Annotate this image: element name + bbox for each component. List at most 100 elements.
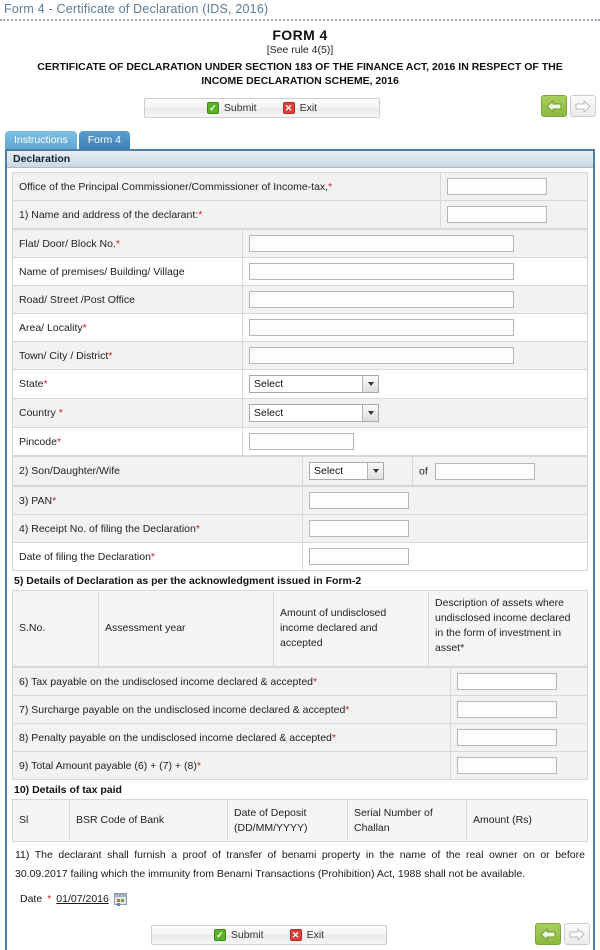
state-select-cell: Select: [242, 369, 588, 399]
table-row-flat: Flat/ Door/ Block No.*: [12, 229, 588, 258]
tab-form4[interactable]: Form 4: [78, 131, 130, 149]
relation-select[interactable]: Select: [309, 462, 384, 480]
section5-col-assessment-year: Assessment year: [98, 590, 274, 667]
relation-select-cell: Select: [302, 456, 413, 486]
table-row-premises: Name of premises/ Building/ Village: [12, 257, 588, 286]
road-input-cell: [242, 285, 588, 314]
receipt-no-input[interactable]: [309, 520, 409, 537]
calendar-icon[interactable]: [113, 893, 127, 905]
table-row-declarant-name: 1) Name and address of the declarant:*: [12, 200, 588, 229]
penalty-payable-input[interactable]: [457, 729, 557, 746]
declarant-name-label: 1) Name and address of the declarant:: [19, 208, 199, 221]
submit-button-label: Submit: [223, 102, 257, 114]
exit-button-label: Exit: [299, 102, 318, 114]
town-input-cell: [242, 341, 588, 370]
submit-button[interactable]: ✓ Submit: [206, 102, 257, 114]
pincode-label: Pincode: [19, 435, 57, 448]
chevron-down-icon: [362, 405, 378, 421]
submit-button-bottom[interactable]: ✓ Submit: [213, 929, 264, 941]
relation-of-label: of: [419, 465, 428, 477]
declarant-name-input-cell: [440, 200, 588, 229]
pan-label: 3) PAN: [19, 494, 53, 507]
section5-header-row: S.No. Assessment year Amount of undisclo…: [12, 590, 588, 667]
required-marker: *: [115, 237, 120, 250]
country-label: Country: [19, 407, 59, 419]
required-marker: *: [196, 759, 201, 772]
previous-button-bottom[interactable]: [535, 923, 561, 945]
exit-button-bottom[interactable]: ✕ Exit: [289, 929, 325, 941]
section10-header-row: Sl BSR Code of Bank Date of Deposit (DD/…: [12, 799, 588, 842]
date-of-filing-input[interactable]: [309, 548, 409, 565]
bottom-nav-arrows: [535, 923, 590, 945]
exit-button-bottom-label: Exit: [306, 929, 325, 941]
section10-table: Sl BSR Code of Bank Date of Deposit (DD/…: [12, 799, 588, 842]
state-label: State: [19, 378, 44, 390]
table-row-surcharge-payable: 7) Surcharge payable on the undisclosed …: [12, 695, 588, 724]
bottom-button-bar: ✓ Submit ✕ Exit: [151, 925, 387, 945]
pan-input[interactable]: [309, 492, 409, 509]
office-input[interactable]: [447, 178, 547, 195]
declarant-name-input[interactable]: [447, 206, 547, 223]
table-row-penalty-payable: 8) Penalty payable on the undisclosed in…: [12, 723, 588, 752]
total-payable-input[interactable]: [457, 757, 557, 774]
pincode-input-cell: [242, 427, 588, 456]
tax-payable-input[interactable]: [457, 673, 557, 690]
surcharge-payable-input[interactable]: [457, 701, 557, 718]
road-input[interactable]: [249, 291, 514, 308]
area-label: Area/ Locality: [19, 321, 83, 334]
date-of-filing-label: Date of filing the Declaration: [19, 550, 151, 563]
table-row-state: State* Select: [12, 369, 588, 399]
state-label-cell: State*: [12, 369, 243, 399]
required-marker: *: [52, 494, 57, 507]
pan-input-cell: [302, 486, 588, 515]
premises-input[interactable]: [249, 263, 514, 280]
section5-col-sno: S.No.: [12, 590, 99, 667]
flat-input[interactable]: [249, 235, 514, 252]
premises-label: Name of premises/ Building/ Village: [19, 265, 185, 278]
close-icon: ✕: [282, 102, 295, 114]
section10-col-amount: Amount (Rs): [466, 799, 588, 842]
table-row-road: Road/ Street /Post Office: [12, 285, 588, 314]
relation-label: 2) Son/Daughter/Wife: [19, 465, 120, 477]
town-input[interactable]: [249, 347, 514, 364]
arrow-left-icon: [540, 927, 556, 941]
premises-input-cell: [242, 257, 588, 286]
section11-text: 11) The declarant shall furnish a proof …: [15, 849, 585, 880]
section10-heading: 10) Details of tax paid: [14, 784, 122, 796]
arrow-right-icon: [575, 99, 591, 113]
submit-button-bottom-label: Submit: [230, 929, 264, 941]
declaration-panel: Declaration Office of the Principal Comm…: [5, 149, 595, 950]
next-button[interactable]: [570, 95, 596, 117]
relation-table: 2) Son/Daughter/Wife Select of: [12, 456, 588, 486]
required-marker: *: [56, 435, 62, 448]
flat-label-cell: Flat/ Door/ Block No.*: [12, 229, 243, 258]
surcharge-payable-label-cell: 7) Surcharge payable on the undisclosed …: [12, 695, 451, 724]
page-title: Form 4 - Certificate of Declaration (IDS…: [4, 2, 269, 16]
required-marker: *: [195, 522, 200, 535]
country-select[interactable]: Select: [249, 404, 379, 422]
next-button-bottom[interactable]: [564, 923, 590, 945]
receipt-no-input-cell: [302, 514, 588, 543]
previous-button[interactable]: [541, 95, 567, 117]
section10-col-date-of-deposit: Date of Deposit (DD/MM/YYYY): [227, 799, 348, 842]
bottom-action-row: ✓ Submit ✕ Exit: [12, 921, 590, 950]
relation-of-input[interactable]: [434, 462, 535, 480]
section5-col-amount: Amount of undisclosed income declared an…: [273, 590, 429, 667]
area-input[interactable]: [249, 319, 514, 336]
area-input-cell: [242, 313, 588, 342]
tax-payable-input-cell: [450, 667, 588, 696]
exit-button[interactable]: ✕ Exit: [282, 102, 318, 114]
required-marker: *: [345, 703, 350, 716]
surcharge-payable-input-cell: [450, 695, 588, 724]
country-label-cell: Country *: [12, 398, 243, 428]
tab-instructions[interactable]: Instructions: [5, 131, 77, 149]
arrow-left-icon: [546, 99, 562, 113]
date-of-filing-input-cell: [302, 542, 588, 571]
tax-amounts-table: 6) Tax payable on the undisclosed income…: [12, 667, 588, 780]
pincode-input[interactable]: [249, 433, 354, 450]
state-select[interactable]: Select: [249, 375, 379, 393]
town-label-cell: Town/ City / District*: [12, 341, 243, 370]
date-value[interactable]: 01/07/2016: [56, 893, 109, 905]
state-select-value: Select: [250, 376, 362, 392]
required-marker: *: [328, 180, 333, 193]
